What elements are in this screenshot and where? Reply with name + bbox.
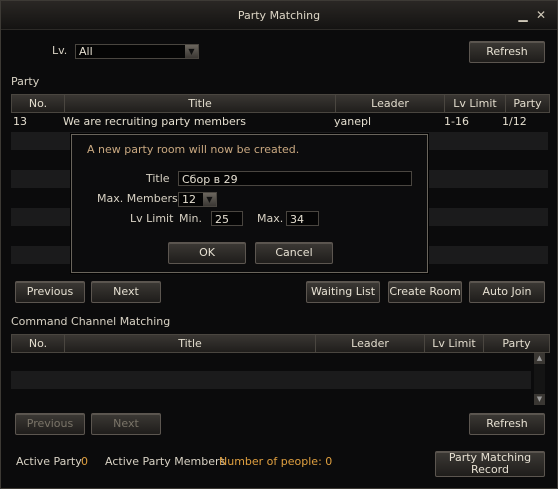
lv-limit-label: Lv Limit <box>130 212 174 225</box>
chevron-down-icon[interactable]: ▼ <box>185 45 198 58</box>
lv-filter-value: All <box>79 45 93 58</box>
cc-col-party[interactable]: Party <box>484 337 549 350</box>
table-row[interactable]: 13 We are recruiting party members yanep… <box>11 113 548 131</box>
scroll-up-icon[interactable]: ▲ <box>534 353 545 364</box>
title-bar[interactable]: Party Matching ▁ ✕ <box>1 1 557 30</box>
scroll-down-icon[interactable]: ▼ <box>534 394 545 405</box>
col-leader[interactable]: Leader <box>336 97 444 110</box>
cc-col-leader[interactable]: Leader <box>316 337 424 350</box>
table-row[interactable] <box>11 389 531 407</box>
lv-filter-label: Lv. <box>52 44 68 57</box>
row-leader: yanepl <box>334 115 372 128</box>
cancel-button[interactable]: Cancel <box>255 242 333 264</box>
party-matching-record-button[interactable]: Party Matching Record <box>435 451 545 477</box>
command-channel-table: No. Title Leader Lv Limit Party ▲ ▼ <box>11 334 550 407</box>
active-party-label: Active Party <box>16 455 82 468</box>
lv-filter-dropdown[interactable]: All ▼ <box>75 44 199 59</box>
cc-table-header: No. Title Leader Lv Limit Party <box>11 334 550 353</box>
table-row[interactable] <box>11 371 531 389</box>
col-title[interactable]: Title <box>65 97 335 110</box>
row-title: We are recruiting party members <box>63 115 247 128</box>
refresh-button[interactable]: Refresh <box>469 41 545 63</box>
row-party: 1/12 <box>502 115 527 128</box>
lv-max-input[interactable]: 34 <box>286 211 319 226</box>
active-party-value: 0 <box>81 455 88 468</box>
ok-button[interactable]: OK <box>168 242 246 264</box>
active-members-label: Active Party Members <box>105 455 226 468</box>
col-party[interactable]: Party <box>506 97 549 110</box>
cc-next-button[interactable]: Next <box>91 413 161 435</box>
col-no[interactable]: No. <box>12 97 64 110</box>
window-title: Party Matching <box>237 9 321 22</box>
row-lv: 1-16 <box>444 115 469 128</box>
lv-min-input[interactable]: 25 <box>211 211 243 226</box>
max-members-label: Max. Members <box>97 192 178 205</box>
cc-col-no[interactable]: No. <box>12 337 64 350</box>
close-icon[interactable]: ✕ <box>534 9 548 22</box>
dialog-message: A new party room will now be created. <box>87 143 300 156</box>
max-members-dropdown[interactable]: 12 ▼ <box>178 192 217 207</box>
col-lv-limit[interactable]: Lv Limit <box>445 97 505 110</box>
command-channel-label: Command Channel Matching <box>11 315 171 328</box>
cc-refresh-button[interactable]: Refresh <box>469 413 545 435</box>
cc-previous-button[interactable]: Previous <box>15 413 85 435</box>
party-table-header: No. Title Leader Lv Limit Party <box>11 94 550 113</box>
waiting-list-button[interactable]: Waiting List <box>306 281 380 303</box>
lv-max-label: Max. <box>257 212 284 225</box>
party-matching-window: Party Matching ▁ ✕ Lv. All ▼ Refresh Par… <box>0 0 558 489</box>
chevron-down-icon[interactable]: ▼ <box>203 193 216 206</box>
cc-col-title[interactable]: Title <box>65 337 315 350</box>
max-members-value: 12 <box>182 193 196 206</box>
table-row[interactable] <box>11 353 531 371</box>
party-next-button[interactable]: Next <box>91 281 161 303</box>
create-room-dialog: A new party room will now be created. Ti… <box>71 134 428 273</box>
cc-col-lv-limit[interactable]: Lv Limit <box>425 337 483 350</box>
party-previous-button[interactable]: Previous <box>15 281 85 303</box>
lv-min-label: Min. <box>179 212 203 225</box>
active-members-value: Number of people: 0 <box>219 455 333 468</box>
cc-scrollbar[interactable]: ▲ ▼ <box>534 353 545 405</box>
room-title-input[interactable]: Сбор в 29 <box>178 171 412 186</box>
dialog-title-label: Title <box>146 172 170 185</box>
row-no: 13 <box>13 115 27 128</box>
party-section-label: Party <box>11 75 40 88</box>
minimize-icon[interactable]: ▁ <box>516 9 530 22</box>
create-room-button[interactable]: Create Room <box>388 281 462 303</box>
auto-join-button[interactable]: Auto Join <box>469 281 545 303</box>
